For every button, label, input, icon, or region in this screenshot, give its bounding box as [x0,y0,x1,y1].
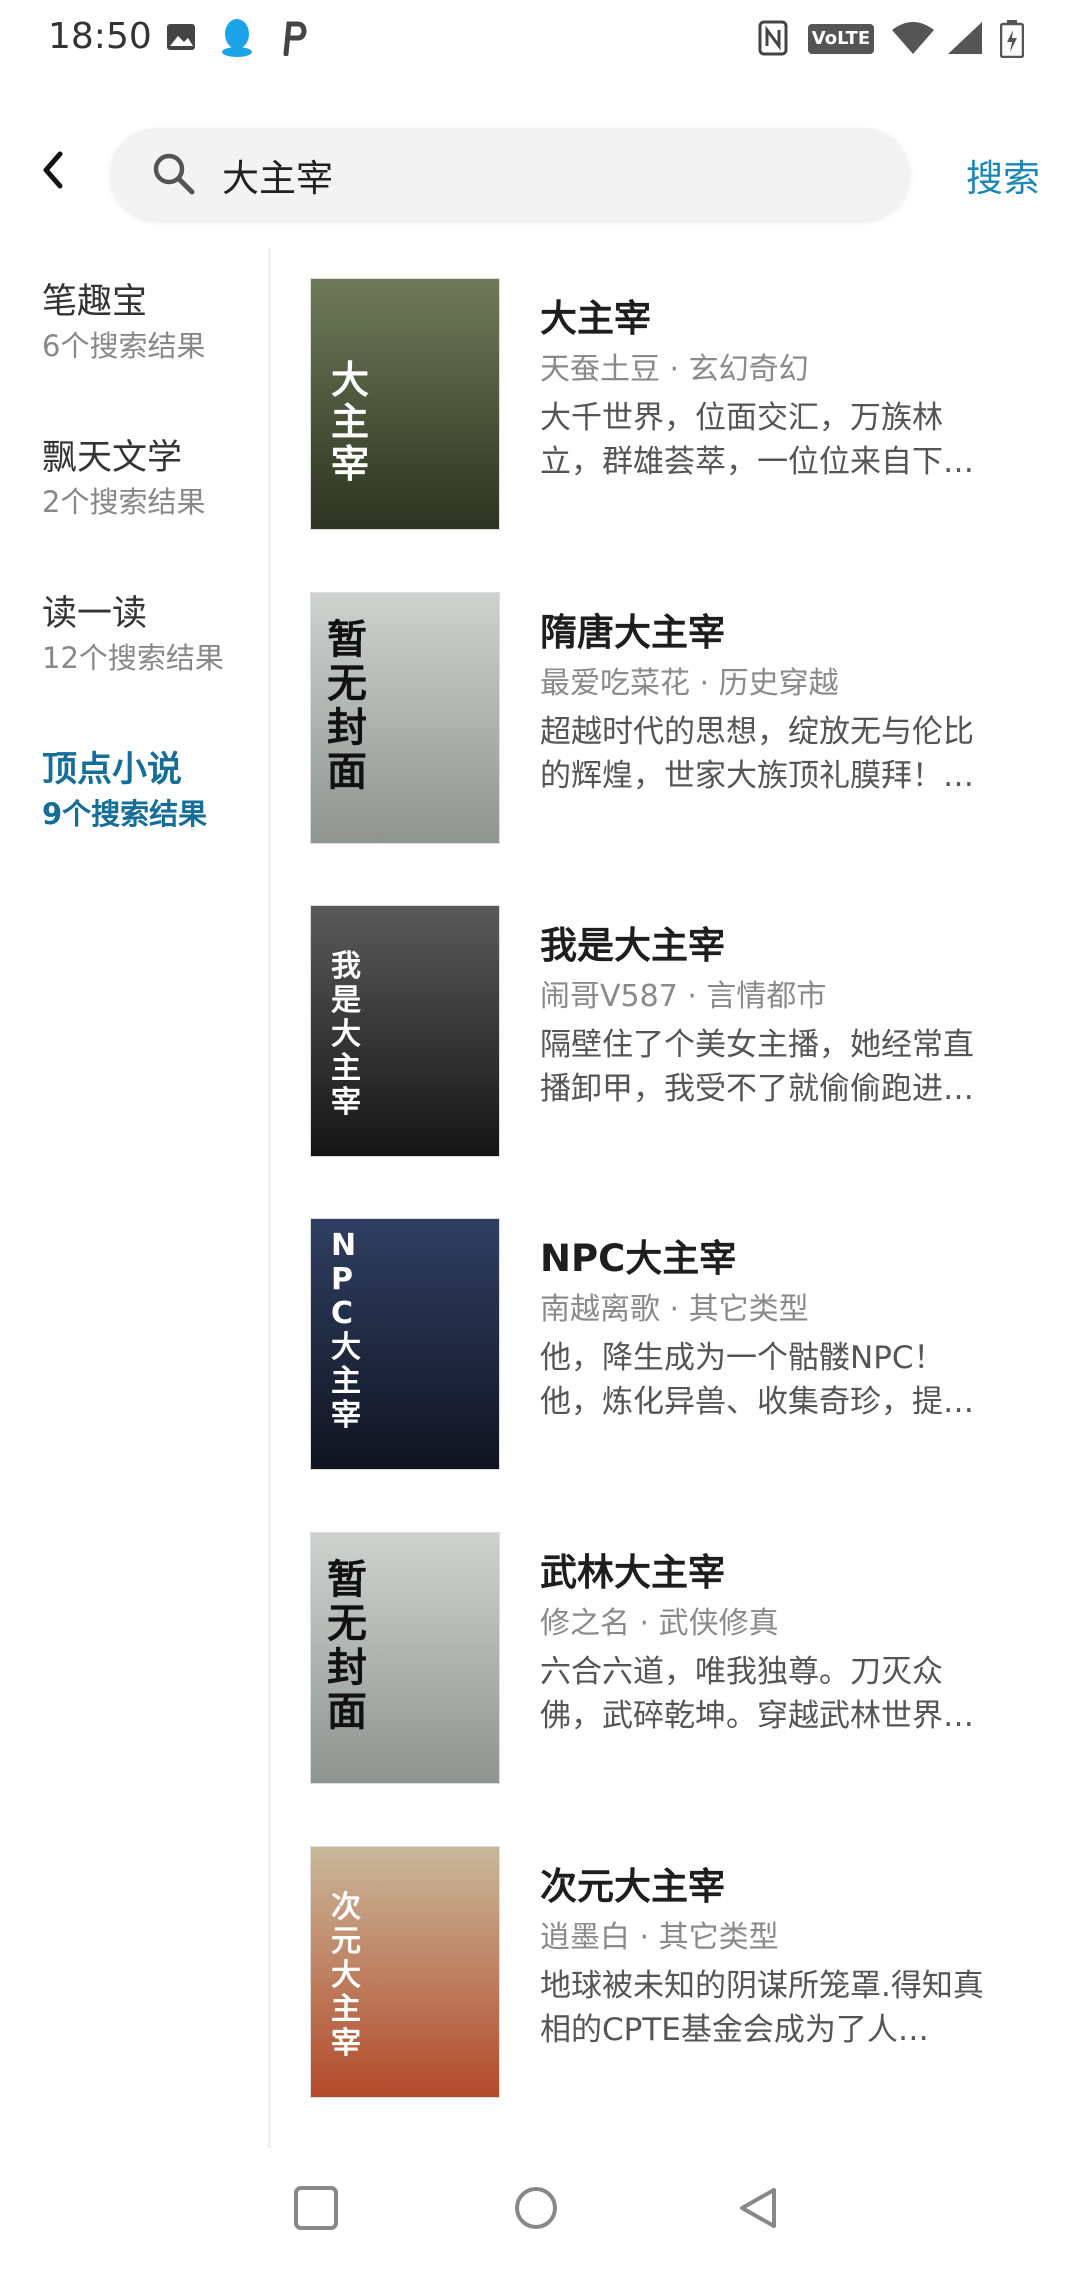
volte-icon: VoLTE [808,24,874,54]
book-cover: 我是大主宰 [310,905,500,1157]
nfc-icon [758,20,788,56]
svg-text:大主宰: 大主宰 [331,358,369,486]
search-icon [153,153,195,195]
back-arrow-icon[interactable] [20,138,84,202]
book-title: 次元大主宰 [540,1865,725,1908]
cover-image: 大主宰 [311,279,499,529]
book-item[interactable]: 大主宰 大主宰 天蚕土豆 · 玄幻奇幻 大千世界，位面交汇，万族林立，群雄荟萃，… [310,278,1070,538]
cover-image: 我是大主宰 [311,906,499,1156]
book-meta: 修之名 · 武侠修真 [540,1606,779,1641]
book-meta: 天蚕土豆 · 玄幻奇幻 [540,352,809,387]
source-count: 2个搜索结果 [42,485,206,519]
book-title: 武林大主宰 [540,1551,725,1594]
signal-icon [948,22,982,54]
source-item-dingdian[interactable]: 顶点小说 9个搜索结果 [42,746,262,834]
source-count: 9个搜索结果 [42,797,208,831]
source-item-biquge[interactable]: 笔趣宝 6个搜索结果 [42,278,262,366]
source-name: 笔趣宝 [42,282,148,322]
qq-icon [222,19,252,57]
book-cover: 暂无封面 [310,1532,500,1784]
book-title: 隋唐大主宰 [540,611,725,654]
svg-text:暂无封面: 暂无封面 [327,1557,367,1735]
search-button[interactable]: 搜索 [966,148,1040,202]
navigation-bar [0,2150,1080,2280]
wifi-icon [892,22,934,54]
cover-image: 暂无封面 [311,1533,499,1783]
svg-text:暂无封面: 暂无封面 [327,617,367,795]
book-cover: 次元大主宰 [310,1846,500,2098]
book-cover: 暂无封面 [310,592,500,844]
parking-p-icon [283,21,307,56]
source-item-piaotian[interactable]: 飘天文学 2个搜索结果 [42,434,262,522]
search-input[interactable] [220,128,864,222]
book-title: 我是大主宰 [540,924,725,967]
book-item[interactable]: N P C 大主宰 NPC大主宰 南越离歌 · 其它类型 他，降生成为一个骷髅NPC！… [310,1218,1070,1478]
book-description: 隔壁住了个美女主播，她经常直播卸甲，我受不了就偷偷跑进… [540,1027,974,1107]
status-time: 18:50 [48,16,152,57]
book-meta: 最爱吃菜花 · 历史穿越 [540,666,839,701]
book-meta: 逍墨白 · 其它类型 [540,1920,779,1955]
back-triangle-icon[interactable] [734,2184,782,2232]
book-meta: 闹哥V587 · 言情都市 [540,979,827,1014]
book-meta: 南越离歌 · 其它类型 [540,1292,809,1327]
book-cover: 大主宰 [310,278,500,530]
book-title: 大主宰 [540,297,651,340]
book-description: 超越时代的思想，绽放无与伦比的辉煌，世家大族顶礼膜拜！… [540,714,974,794]
book-item[interactable]: 暂无封面 武林大主宰 修之名 · 武侠修真 六合六道，唯我独尊。刀灭众佛，武碎乾… [310,1532,1070,1792]
status-bar: 18:50 VoLTE [0,0,1080,80]
search-box[interactable] [110,128,910,222]
recents-square-icon[interactable] [292,2184,340,2232]
svg-text:我是大主宰: 我是大主宰 [331,949,361,1120]
book-title: NPC大主宰 [540,1237,737,1280]
source-name: 飘天文学 [42,438,183,478]
cover-image: N P C 大主宰 [311,1219,499,1469]
book-item[interactable]: 暂无封面 隋唐大主宰 最爱吃菜花 · 历史穿越 超越时代的思想，绽放无与伦比的辉… [310,592,1070,852]
source-item-duyidu[interactable]: 读一读 12个搜索结果 [42,590,262,678]
source-name: 顶点小说 [42,750,183,790]
book-description: 地球被未知的阴谋所笼罩.得知真相的CPTE基金会成为了人… [540,1968,984,2048]
image-icon [167,24,195,50]
book-description: 他，降生成为一个骷髅NPC！他，炼化异兽、收集奇珍，提… [540,1340,974,1420]
svg-text:次元大主宰: 次元大主宰 [331,1890,361,2061]
cover-image: 暂无封面 [311,593,499,843]
source-count: 12个搜索结果 [42,641,224,675]
book-item[interactable]: 次元大主宰 次元大主宰 逍墨白 · 其它类型 地球被未知的阴谋所笼罩.得知真相的… [310,1846,1070,2106]
home-circle-icon[interactable] [512,2184,560,2232]
source-count: 6个搜索结果 [42,329,206,363]
source-sidebar: 笔趣宝 6个搜索结果 飘天文学 2个搜索结果 读一读 12个搜索结果 顶点小说 … [0,248,271,2148]
cover-image: 次元大主宰 [311,1847,499,2097]
source-name: 读一读 [42,594,148,634]
battery-icon [1000,20,1024,58]
book-item[interactable]: 我是大主宰 我是大主宰 闹哥V587 · 言情都市 隔壁住了个美女主播，她经常直… [310,905,1070,1165]
book-description: 六合六道，唯我独尊。刀灭众佛，武碎乾坤。穿越武林世界… [540,1654,974,1734]
book-description: 大千世界，位面交汇，万族林立，群雄荟萃，一位位来自下… [540,400,974,480]
book-cover: N P C 大主宰 [310,1218,500,1470]
